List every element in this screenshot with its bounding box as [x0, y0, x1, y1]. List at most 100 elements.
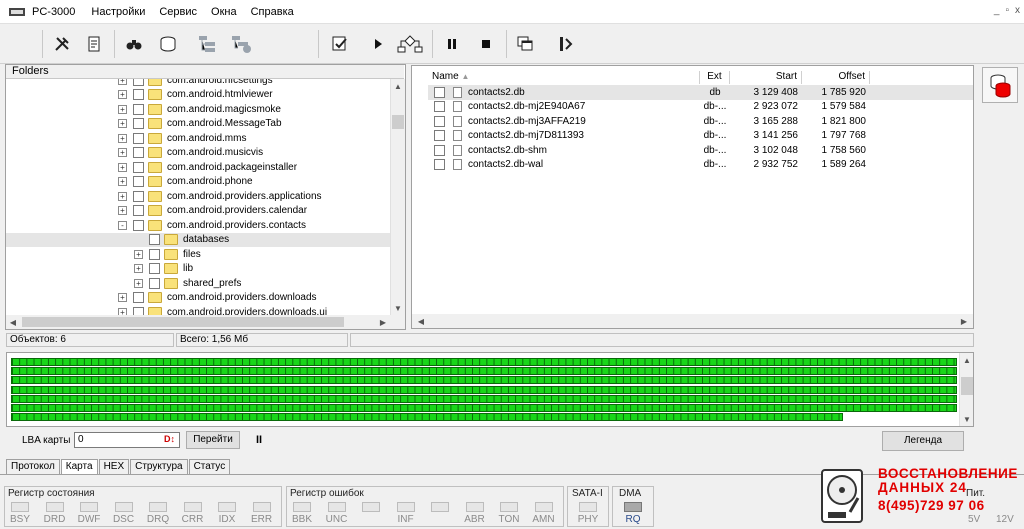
- scroll-up-arrow-icon[interactable]: ▲: [391, 79, 405, 93]
- close-button[interactable]: x: [1015, 5, 1020, 16]
- tree-checkbox[interactable]: [149, 263, 160, 275]
- tree-checkbox[interactable]: [149, 277, 160, 289]
- folders-hscrollbar[interactable]: ◀ ▶: [6, 315, 405, 329]
- tree-gear-icon[interactable]: [228, 30, 256, 58]
- expander-icon[interactable]: +: [118, 307, 127, 315]
- tree-item[interactable]: - com.android.providers.contacts: [6, 218, 390, 233]
- expander-icon[interactable]: +: [118, 177, 127, 187]
- scroll-left-arrow-icon[interactable]: ◀: [6, 315, 20, 329]
- sector-row[interactable]: [11, 413, 844, 422]
- file-row[interactable]: contacts2.db-mj7D811393 db-... 3 141 256 1 …: [428, 129, 973, 144]
- scroll-thumb[interactable]: [22, 317, 344, 327]
- sector-row[interactable]: [11, 376, 957, 385]
- files-hscrollbar[interactable]: ◀ ▶: [412, 314, 973, 328]
- file-checkbox[interactable]: [434, 130, 445, 142]
- column-name[interactable]: Name ▲: [428, 71, 700, 84]
- sector-row[interactable]: [11, 358, 957, 366]
- tree-checkbox[interactable]: [133, 219, 144, 231]
- expander-icon[interactable]: +: [118, 293, 127, 303]
- windows-icon[interactable]: [512, 30, 540, 58]
- expander-icon[interactable]: +: [134, 249, 143, 259]
- map-vscrollbar[interactable]: ▲ ▼: [959, 353, 973, 426]
- scroll-right-arrow-icon[interactable]: ▶: [376, 315, 390, 329]
- folders-vscrollbar[interactable]: ▲ ▼: [390, 79, 405, 315]
- number-format-icon[interactable]: D↕: [164, 434, 175, 444]
- database-icon[interactable]: [154, 30, 182, 58]
- expander-icon[interactable]: +: [118, 90, 127, 100]
- menu-settings[interactable]: Настройки: [91, 6, 145, 18]
- file-checkbox[interactable]: [434, 86, 445, 98]
- tree-item[interactable]: + com.android.magicsmoke: [6, 102, 390, 117]
- tree-item[interactable]: + files: [6, 247, 390, 262]
- tab-structure[interactable]: Структура: [130, 459, 188, 474]
- tree-item[interactable]: + com.android.packageinstaller: [6, 160, 390, 175]
- expander-icon[interactable]: +: [118, 162, 127, 172]
- go-button[interactable]: Перейти: [186, 431, 240, 449]
- expander-icon[interactable]: +: [118, 191, 127, 201]
- scroll-down-arrow-icon[interactable]: ▼: [960, 412, 974, 426]
- scroll-right-arrow-icon[interactable]: ▶: [957, 314, 971, 328]
- tree-checkbox[interactable]: [133, 118, 144, 130]
- pause-map-button[interactable]: II: [256, 434, 262, 446]
- column-ext[interactable]: Ext: [700, 71, 730, 84]
- expander-icon[interactable]: +: [134, 264, 143, 274]
- menu-service[interactable]: Сервис: [159, 6, 197, 18]
- tree-icon[interactable]: [194, 30, 222, 58]
- tree-checkbox[interactable]: [133, 306, 144, 315]
- sector-row[interactable]: [11, 385, 957, 394]
- file-checkbox[interactable]: [434, 144, 445, 156]
- scroll-thumb[interactable]: [961, 377, 973, 395]
- file-checkbox[interactable]: [434, 101, 445, 113]
- tree-checkbox[interactable]: [133, 205, 144, 217]
- expander-icon[interactable]: -: [118, 220, 127, 230]
- expander-icon[interactable]: +: [118, 119, 127, 129]
- binoculars-icon[interactable]: [120, 30, 148, 58]
- tree-checkbox[interactable]: [149, 248, 160, 260]
- check-doc-icon[interactable]: [326, 30, 354, 58]
- tree-item[interactable]: + lib: [6, 262, 390, 277]
- scroll-icon[interactable]: [80, 30, 108, 58]
- menu-windows[interactable]: Окна: [211, 6, 237, 18]
- tree-checkbox[interactable]: [133, 132, 144, 144]
- tools-icon[interactable]: [48, 30, 76, 58]
- tree-checkbox[interactable]: [133, 161, 144, 173]
- sector-row[interactable]: [11, 394, 957, 403]
- sector-row[interactable]: [11, 367, 957, 376]
- tree-item[interactable]: databases: [6, 232, 390, 247]
- file-checkbox[interactable]: [434, 159, 445, 171]
- minimize-button[interactable]: _: [994, 5, 1000, 16]
- tree-item[interactable]: + com.android.phone: [6, 175, 390, 190]
- tree-item[interactable]: + shared_prefs: [6, 276, 390, 291]
- column-offset[interactable]: Offset: [802, 71, 870, 84]
- tab-status[interactable]: Статус: [188, 459, 231, 474]
- expander-icon[interactable]: +: [134, 278, 143, 288]
- file-row[interactable]: contacts2.db-shm db-... 3 102 048 1 758 560: [428, 143, 973, 158]
- tree-checkbox[interactable]: [133, 176, 144, 188]
- expander-icon[interactable]: +: [118, 133, 127, 143]
- tree-item[interactable]: + com.android.MessageTab: [6, 117, 390, 132]
- expander-icon[interactable]: +: [118, 206, 127, 216]
- tree-checkbox[interactable]: [133, 190, 144, 202]
- tab-map[interactable]: Карта: [60, 459, 98, 475]
- play-icon[interactable]: [364, 30, 392, 58]
- tab-hex[interactable]: HEX: [98, 459, 130, 474]
- file-row[interactable]: contacts2.db-wal db-... 2 932 752 1 589 264: [428, 158, 973, 173]
- expander-icon[interactable]: +: [118, 148, 127, 158]
- tree-item[interactable]: + com.android.providers.downloads: [6, 291, 390, 306]
- sector-row[interactable]: [11, 404, 957, 412]
- expander-icon[interactable]: +: [118, 104, 127, 114]
- tree-checkbox[interactable]: [133, 79, 144, 86]
- database-task-icon[interactable]: [982, 67, 1018, 103]
- stop-icon[interactable]: [472, 30, 500, 58]
- tree-item[interactable]: + com.android.mms: [6, 131, 390, 146]
- exit-icon[interactable]: [552, 30, 580, 58]
- scroll-up-arrow-icon[interactable]: ▲: [960, 353, 974, 367]
- tree-item[interactable]: + com.android.nfcsettings: [6, 79, 390, 88]
- pause-icon[interactable]: [438, 30, 466, 58]
- scroll-left-arrow-icon[interactable]: ◀: [414, 314, 428, 328]
- tree-item[interactable]: + com.android.htmlviewer: [6, 88, 390, 103]
- file-row[interactable]: contacts2.db db 3 129 408 1 785 920: [428, 85, 973, 100]
- tree-item[interactable]: + com.android.providers.applications: [6, 189, 390, 204]
- tree-checkbox[interactable]: [149, 234, 160, 246]
- tree-item[interactable]: + com.android.musicvis: [6, 146, 390, 161]
